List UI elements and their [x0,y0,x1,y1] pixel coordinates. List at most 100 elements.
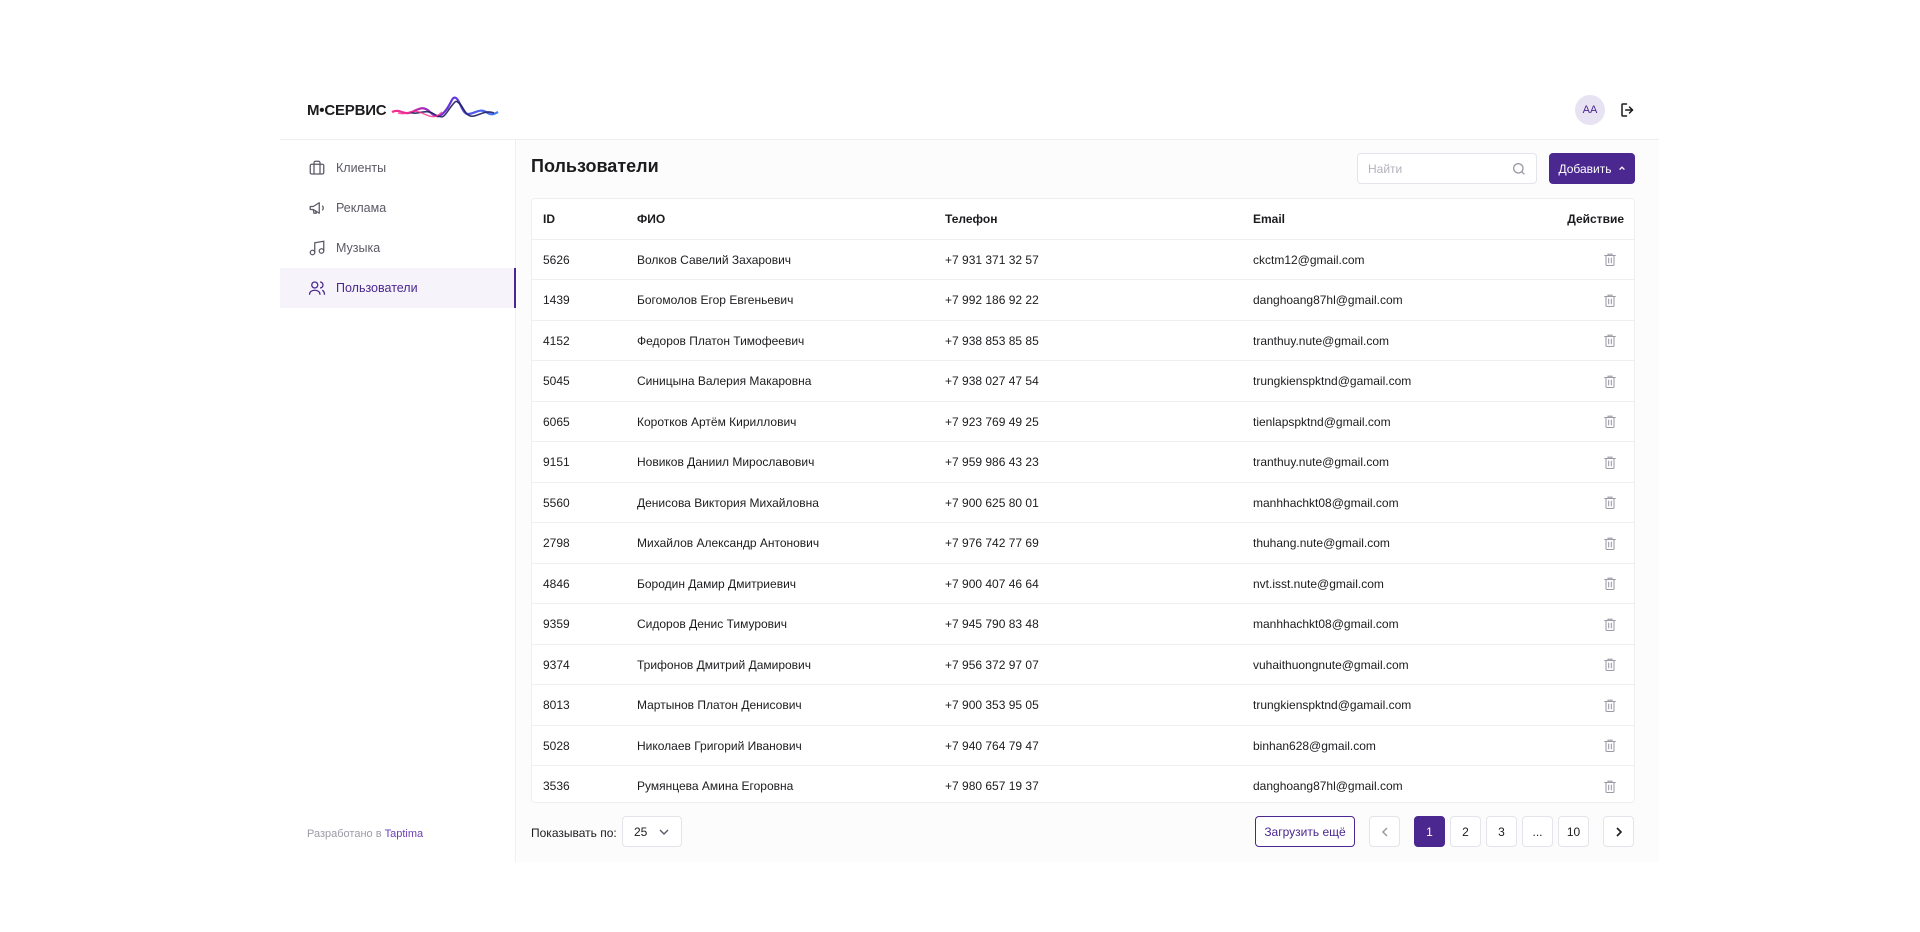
cell-action [1562,685,1624,725]
per-page-label: Показывать по: [531,826,617,840]
cell-id: 5028 [543,738,570,753]
per-page-select[interactable]: 25 [622,816,682,847]
trash-icon[interactable] [1600,695,1620,715]
trash-icon[interactable] [1600,614,1620,634]
page-button-1[interactable]: 1 [1414,816,1445,847]
megaphone-icon [307,198,327,218]
cell-id: 4846 [543,576,570,591]
table-row[interactable]: 3536 Румянцева Амина Егоровна +7 980 657 1… [532,766,1634,802]
cell-phone: +7 992 186 92 22 [945,293,1039,307]
trash-icon[interactable] [1600,574,1620,594]
cell-id: 2798 [543,536,570,550]
trash-icon[interactable] [1600,412,1620,432]
page-title: Пользователи [531,156,659,176]
cell-action [1562,361,1624,401]
chevron-right-icon [1615,826,1622,837]
cell-action [1562,240,1624,280]
cell-email: danghoang87hl@gmail.com [1253,779,1403,793]
users-icon [307,278,327,298]
cell-fio: Бородин Дамир Дмитриевич [637,576,797,591]
cell-fio: Коротков Артём Кириллович [637,414,797,429]
page-ellipsis[interactable]: ... [1522,816,1553,847]
cell-phone: +7 900 625 80 01 [945,495,1039,510]
load-more-button[interactable]: Загрузить ещё [1255,816,1355,847]
cell-id: 5626 [543,252,570,267]
users-table: ID ФИО Телефон Email Действие 5626 Волков… [531,198,1635,803]
sidebar-item-music[interactable]: Музыка [280,228,516,268]
table-row[interactable]: 4152 Федоров Платон Тимофеевич +7 938 853 … [532,321,1634,361]
logout-button[interactable] [1617,99,1639,121]
logo[interactable]: М•СЕРВИС [307,94,500,126]
prev-page-button[interactable] [1369,816,1400,847]
cell-id: 9359 [543,617,570,631]
trash-icon[interactable] [1600,655,1620,675]
chevron-left-icon [1381,826,1388,837]
sidebar-item-users[interactable]: Пользователи [280,268,516,308]
cell-email: thuhang.nute@gmail.com [1253,536,1390,550]
cell-email: trungkienspktnd@gamail.com [1253,698,1412,712]
cell-email: manhhachkt08@gmail.com [1253,495,1399,510]
cell-email: tienlapspktnd@gmail.com [1253,414,1391,429]
cell-id: 8013 [543,698,570,712]
search-box[interactable] [1357,153,1537,184]
table-row[interactable]: 9359 Сидоров Денис Тимурович +7 945 790 83… [532,604,1634,645]
cell-email: tranthuy.nute@gmail.com [1253,333,1390,348]
table-row[interactable]: 9374 Трифонов Дмитрий Дамирович +7 956 372… [532,645,1634,685]
trash-icon[interactable] [1600,290,1620,310]
table-row[interactable]: 5028 Николаев Григорий Иванович +7 940 764… [532,726,1634,766]
cell-action [1562,321,1624,361]
avatar[interactable]: АА [1575,95,1605,125]
cell-action [1562,402,1624,442]
cell-phone: +7 959 986 43 23 [945,455,1039,469]
credit-link[interactable]: Taptima [385,828,424,840]
page-button-10[interactable]: 10 [1558,816,1589,847]
trash-icon[interactable] [1600,776,1620,796]
trash-icon[interactable] [1600,736,1620,756]
cell-phone: +7 945 790 83 48 [945,617,1039,631]
trash-icon[interactable] [1600,250,1620,270]
trash-icon[interactable] [1600,533,1620,553]
table-row[interactable]: 8013 Мартынов Платон Денисович +7 900 353 … [532,685,1634,726]
table-row[interactable]: 2798 Михайлов Александр Антонович +7 976 7… [532,523,1634,564]
cell-fio: Денисова Виктория Михайловна [637,495,819,510]
table-row[interactable]: 5560 Денисова Виктория Михайловна +7 900 6… [532,483,1634,523]
table-row[interactable]: 5626 Волков Савелий Захарович +7 931 371 3… [532,240,1634,280]
cell-action [1562,523,1624,563]
trash-icon[interactable] [1600,452,1620,472]
column-header-id[interactable]: ID [543,199,555,239]
cell-fio: Трифонов Дмитрий Дамирович [637,657,812,672]
add-button[interactable]: Добавить [1549,153,1635,184]
search-icon[interactable] [1511,161,1527,182]
cell-action [1562,604,1624,644]
cell-fio: Николаев Григорий Иванович [637,738,802,753]
trash-icon[interactable] [1600,371,1620,391]
next-page-button[interactable] [1603,816,1634,847]
cell-email: danghoang87hl@gmail.com [1253,293,1403,307]
table-row[interactable]: 5045 Синицына Валерия Макаровна +7 938 027… [532,361,1634,402]
cell-fio: Синицына Валерия Макаровна [637,374,812,388]
table-row[interactable]: 1439 Богомолов Егор Евгеньевич +7 992 186 … [532,280,1634,321]
page-button-3[interactable]: 3 [1486,816,1517,847]
search-input[interactable] [1368,161,1498,176]
table-row[interactable]: 4846 Бородин Дамир Дмитриевич +7 900 407 4… [532,564,1634,604]
cell-phone: +7 938 853 85 85 [945,333,1039,348]
column-header-fio[interactable]: ФИО [637,199,665,239]
table-row[interactable]: 6065 Коротков Артём Кириллович +7 923 769 … [532,402,1634,442]
sidebar-item-ads[interactable]: Реклама [280,188,516,228]
cell-id: 9374 [543,657,570,672]
trash-icon[interactable] [1600,493,1620,513]
page-button-2[interactable]: 2 [1450,816,1481,847]
chevron-down-icon [658,826,670,841]
cell-action [1562,645,1624,685]
cell-id: 5045 [543,374,570,388]
cell-fio: Мартынов Платон Денисович [637,698,802,712]
table-row[interactable]: 9151 Новиков Даниил Мирославович +7 959 98… [532,442,1634,483]
column-header-phone[interactable]: Телефон [945,199,997,239]
cell-fio: Волков Савелий Захарович [637,252,792,267]
cell-fio: Новиков Даниил Мирославович [637,455,815,469]
column-header-email[interactable]: Email [1253,199,1285,239]
logo-wave-icon [391,96,499,118]
sidebar-item-clients[interactable]: Клиенты [280,148,516,188]
trash-icon[interactable] [1600,331,1620,351]
cell-email: nvt.isst.nute@gmail.com [1253,576,1384,591]
